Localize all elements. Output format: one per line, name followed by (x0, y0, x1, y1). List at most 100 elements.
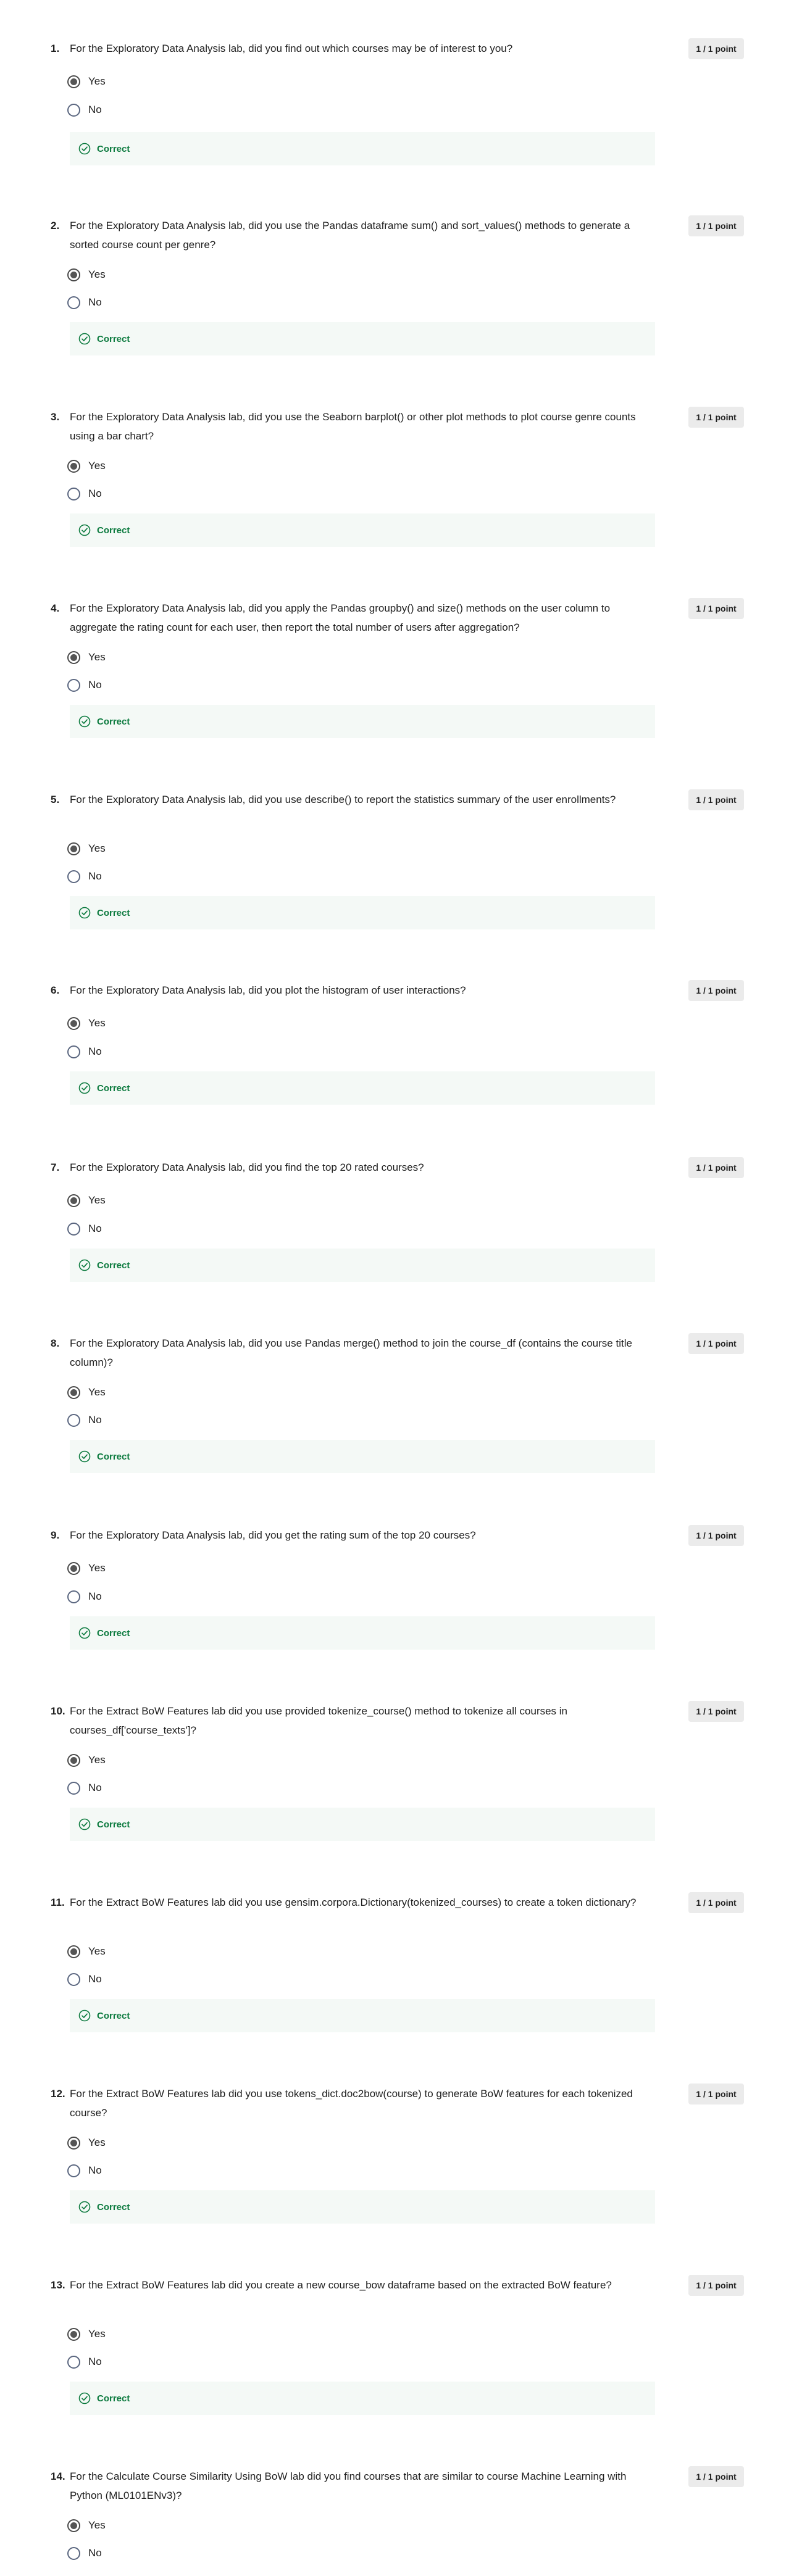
option-no[interactable]: No (67, 1220, 102, 1237)
feedback-correct: Correct (70, 513, 655, 547)
option-label: Yes (88, 842, 106, 854)
radio-selected-icon[interactable] (67, 2327, 80, 2341)
points-badge: 1 / 1 point (688, 1333, 744, 1354)
radio-unselected-icon[interactable] (67, 1781, 80, 1795)
option-yes[interactable]: Yes (67, 266, 106, 283)
option-label: No (88, 2164, 102, 2176)
option-yes[interactable]: Yes (67, 1384, 106, 1401)
option-label: Yes (88, 1754, 106, 1766)
radio-selected-icon[interactable] (67, 2136, 80, 2150)
radio-unselected-icon[interactable] (67, 2164, 80, 2177)
radio-unselected-icon[interactable] (67, 1590, 80, 1603)
check-circle-icon (78, 1259, 91, 1271)
radio-selected-icon[interactable] (67, 1016, 80, 1030)
radio-selected-icon[interactable] (67, 1386, 80, 1399)
radio-unselected-icon[interactable] (67, 487, 80, 501)
check-circle-icon (78, 907, 91, 919)
question-number: 8. (51, 1337, 60, 1349)
question-number: 4. (51, 602, 60, 614)
option-no[interactable]: No (67, 485, 102, 502)
question-number: 3. (51, 411, 60, 423)
points-badge: 1 / 1 point (688, 38, 744, 59)
radio-selected-icon[interactable] (67, 75, 80, 88)
feedback-label: Correct (97, 1627, 130, 1639)
option-no[interactable]: No (67, 1779, 102, 1797)
radio-selected-icon[interactable] (67, 1194, 80, 1207)
option-no[interactable]: No (67, 1043, 102, 1060)
option-yes[interactable]: Yes (67, 1943, 106, 1960)
question-text: For the Calculate Course Similarity Usin… (70, 2470, 627, 2501)
radio-selected-icon[interactable] (67, 842, 80, 855)
radio-unselected-icon[interactable] (67, 2355, 80, 2369)
radio-unselected-icon[interactable] (67, 1972, 80, 1986)
points-badge: 1 / 1 point (688, 1157, 744, 1178)
option-no[interactable]: No (67, 1971, 102, 1988)
question-text: For the Exploratory Data Analysis lab, d… (70, 602, 611, 633)
question-text: For the Exploratory Data Analysis lab, d… (70, 1337, 632, 1368)
question-number: 11. (51, 1897, 65, 1908)
option-yes[interactable]: Yes (67, 1015, 106, 1032)
feedback-correct: Correct (70, 1071, 655, 1105)
question-number: 12. (51, 2088, 65, 2100)
option-yes[interactable]: Yes (67, 649, 106, 666)
option-no[interactable]: No (67, 2545, 102, 2562)
feedback-correct: Correct (70, 1999, 655, 2032)
points-badge: 1 / 1 point (688, 2275, 744, 2296)
radio-selected-icon[interactable] (67, 1561, 80, 1575)
option-no[interactable]: No (67, 101, 102, 118)
radio-unselected-icon[interactable] (67, 1222, 80, 1236)
option-yes[interactable]: Yes (67, 2325, 106, 2343)
check-circle-icon (78, 715, 91, 728)
radio-unselected-icon[interactable] (67, 678, 80, 692)
option-no[interactable]: No (67, 2162, 102, 2179)
question-text: For the Extract BoW Features lab did you… (70, 1897, 637, 1908)
feedback-correct: Correct (70, 1616, 655, 1650)
option-no[interactable]: No (67, 1588, 102, 1605)
option-no[interactable]: No (67, 2353, 102, 2370)
radio-selected-icon[interactable] (67, 1753, 80, 1767)
option-label: Yes (88, 2519, 106, 2531)
option-no[interactable]: No (67, 1411, 102, 1429)
radio-unselected-icon[interactable] (67, 1413, 80, 1427)
option-label: No (88, 679, 102, 691)
option-label: No (88, 1590, 102, 1602)
option-label: Yes (88, 268, 106, 280)
points-badge: 1 / 1 point (688, 1701, 744, 1722)
radio-selected-icon[interactable] (67, 650, 80, 664)
option-no[interactable]: No (67, 294, 102, 311)
option-yes[interactable]: Yes (67, 457, 106, 475)
question-text: For the Extract BoW Features lab did you… (70, 1705, 568, 1736)
option-yes[interactable]: Yes (67, 840, 106, 857)
radio-unselected-icon[interactable] (67, 296, 80, 309)
radio-selected-icon[interactable] (67, 459, 80, 473)
radio-selected-icon[interactable] (67, 1945, 80, 1958)
option-label: Yes (88, 2328, 106, 2340)
points-badge: 1 / 1 point (688, 1525, 744, 1546)
points-badge: 1 / 1 point (688, 2466, 744, 2487)
option-yes[interactable]: Yes (67, 1560, 106, 1577)
radio-unselected-icon[interactable] (67, 2546, 80, 2560)
option-no[interactable]: No (67, 868, 102, 885)
option-yes[interactable]: Yes (67, 2517, 106, 2534)
question-number: 6. (51, 984, 60, 996)
option-yes[interactable]: Yes (67, 2134, 106, 2151)
radio-unselected-icon[interactable] (67, 870, 80, 883)
check-circle-icon (78, 2392, 91, 2404)
option-yes[interactable]: Yes (67, 73, 106, 90)
option-no[interactable]: No (67, 676, 102, 694)
option-yes[interactable]: Yes (67, 1751, 106, 1769)
check-circle-icon (78, 1818, 91, 1830)
quiz-question-list: 1. For the Exploratory Data Analysis lab… (0, 0, 802, 2576)
feedback-label: Correct (97, 1451, 130, 1462)
radio-unselected-icon[interactable] (67, 103, 80, 117)
option-label: No (88, 296, 102, 308)
feedback-correct: Correct (70, 322, 655, 355)
radio-unselected-icon[interactable] (67, 1045, 80, 1058)
feedback-label: Correct (97, 2201, 130, 2212)
option-label: No (88, 1223, 102, 1234)
radio-selected-icon[interactable] (67, 268, 80, 281)
feedback-correct: Correct (70, 1249, 655, 1282)
option-label: No (88, 488, 102, 499)
radio-selected-icon[interactable] (67, 2519, 80, 2532)
option-yes[interactable]: Yes (67, 1192, 106, 1209)
